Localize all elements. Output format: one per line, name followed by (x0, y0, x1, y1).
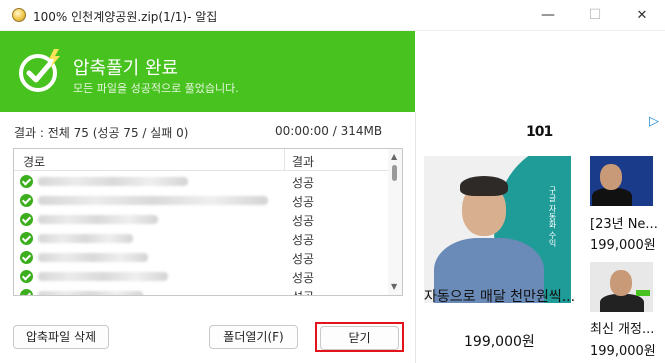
open-folder-button[interactable]: 폴더열기(F) (209, 325, 298, 349)
success-check-icon (20, 251, 33, 264)
list-item[interactable]: 성공 (14, 286, 388, 295)
close-button[interactable]: 닫기 (320, 326, 399, 350)
blurred-file-path (38, 272, 168, 281)
blurred-file-path (38, 177, 188, 186)
completion-title: 압축풀기 완료 (73, 58, 179, 79)
ad-item-price[interactable]: 199,000원 (590, 234, 656, 253)
ad-item-price[interactable]: 199,000원 (590, 340, 656, 359)
title-bar: 100% 인천계양공원.zip(1/1)- 알집 — ☐ ✕ (0, 0, 665, 31)
ad-brand-tag (636, 290, 650, 296)
scroll-thumb[interactable] (392, 165, 397, 181)
list-item[interactable]: 성공 (14, 210, 388, 229)
ad-image-thumb[interactable] (590, 262, 653, 312)
blurred-file-path (38, 196, 268, 205)
success-check-icon (20, 213, 33, 226)
list-item[interactable]: 성공 (14, 191, 388, 210)
result-summary: 결과 : 전체 75 (성공 75 / 실패 0) (14, 126, 189, 140)
column-header-path[interactable]: 경로 (23, 153, 45, 170)
list-item[interactable]: 성공 (14, 267, 388, 286)
ad-person-face (600, 164, 622, 190)
ad-image-main[interactable]: 구글 자동화 수익 (424, 156, 571, 303)
delete-archive-button[interactable]: 압축파일 삭제 (13, 325, 109, 349)
ad-image-caption: 구글 자동화 수익 (548, 186, 557, 248)
scroll-down-arrow-icon[interactable]: ▼ (391, 282, 397, 291)
minimize-button[interactable]: — (525, 0, 571, 31)
close-button-highlight: 닫기 (315, 322, 404, 352)
row-status: 성공 (292, 288, 314, 295)
ad-person-face (610, 270, 632, 296)
row-status: 성공 (292, 252, 315, 266)
ad-item-title[interactable]: [23년 Ne... (590, 213, 658, 232)
completion-header: 압축풀기 완료 모든 파일을 성공적으로 풀었습니다. (0, 31, 415, 112)
check-circle-icon (19, 49, 60, 92)
ad-item-title[interactable]: 자동으로 매달 천만원씩... (424, 286, 579, 306)
blurred-file-path (38, 291, 143, 295)
ad-brand-logo[interactable]: 101 (526, 124, 553, 140)
window-title: 100% 인천계양공원.zip(1/1)- 알집 (33, 10, 218, 24)
time-size-summary: 00:00:00 / 314MB (275, 124, 383, 138)
column-divider[interactable] (284, 149, 285, 171)
maximize-button[interactable]: ☐ (572, 0, 618, 31)
row-status: 성공 (292, 176, 315, 190)
ad-image-thumb[interactable] (590, 156, 653, 206)
success-check-icon (20, 270, 33, 283)
ad-person-hair (460, 176, 508, 196)
list-header: 경로 결과 (14, 149, 388, 171)
list-item[interactable]: 성공 (14, 172, 388, 191)
ad-person-body (600, 294, 644, 312)
success-check-icon (20, 194, 33, 207)
result-panel: 결과 : 전체 75 (성공 75 / 실패 0) 00:00:00 / 314… (0, 112, 415, 363)
success-check-icon (20, 289, 33, 295)
ad-person-body (592, 188, 632, 206)
alzip-acorn-icon (12, 8, 26, 22)
success-check-icon (20, 175, 33, 188)
row-status: 성공 (292, 195, 315, 209)
row-status: 성공 (292, 271, 315, 285)
close-window-button[interactable]: ✕ (619, 0, 665, 31)
ad-panel[interactable]: 101 ▷ 구글 자동화 수익 자동으로 매달 천만원씩... 199,000원… (416, 112, 665, 363)
column-header-result[interactable]: 결과 (292, 153, 314, 170)
list-item[interactable]: 성공 (14, 229, 388, 248)
scroll-up-arrow-icon[interactable]: ▲ (391, 152, 397, 161)
ad-choices-icon[interactable]: ▷ (646, 114, 662, 130)
file-list[interactable]: 경로 결과 성공 성공 성공 성공 성공 성공 ▲ ▼ (13, 148, 403, 296)
list-item[interactable]: 성공 (14, 248, 388, 267)
ad-item-title[interactable]: 최신 개정... (590, 318, 654, 337)
row-status: 성공 (292, 214, 315, 228)
vertical-scrollbar[interactable]: ▲ ▼ (388, 149, 402, 295)
blurred-file-path (38, 234, 133, 243)
row-status: 성공 (292, 233, 315, 247)
blurred-file-path (38, 253, 148, 262)
blurred-file-path (38, 215, 158, 224)
completion-subtitle: 모든 파일을 성공적으로 풀었습니다. (73, 82, 239, 95)
success-check-icon (20, 232, 33, 245)
ad-item-price[interactable]: 199,000원 (464, 331, 535, 351)
